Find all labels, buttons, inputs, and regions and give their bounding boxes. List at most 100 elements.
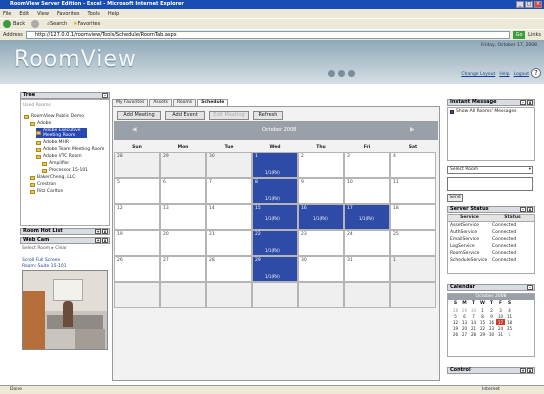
close-button[interactable]: × bbox=[534, 1, 542, 8]
tab-assets[interactable]: Assets bbox=[149, 99, 172, 106]
webcam-add-button[interactable]: + bbox=[95, 238, 101, 243]
add-meeting-button[interactable]: Add Meeting bbox=[117, 111, 161, 120]
view-icon[interactable] bbox=[348, 70, 355, 77]
search-button[interactable]: ⌕ Search bbox=[47, 21, 67, 27]
calendar-day-cell[interactable]: 14 bbox=[206, 204, 252, 230]
calendar-day-cell[interactable]: 20 bbox=[160, 230, 206, 256]
tab-my-favorites[interactable]: My Favorites bbox=[112, 99, 149, 106]
mini-day[interactable]: 1 bbox=[505, 331, 514, 337]
calendar-day-cell[interactable]: 18 bbox=[390, 204, 436, 230]
calendar-event[interactable]: 1/1(RV) bbox=[265, 216, 280, 221]
add-event-button[interactable]: Add Event bbox=[165, 111, 205, 120]
calendar-day-cell[interactable] bbox=[252, 282, 298, 308]
calendar-day-cell[interactable] bbox=[114, 282, 160, 308]
tree-item[interactable]: Adobe Executive Meeting Room bbox=[36, 128, 87, 138]
calendar-day-cell[interactable]: 5 bbox=[114, 178, 160, 204]
calendar-day-cell[interactable] bbox=[298, 282, 344, 308]
webcam-caption[interactable]: Scroll Full Screen bbox=[22, 258, 60, 263]
menu-tools[interactable]: Tools bbox=[88, 11, 100, 17]
tree-filter[interactable]: Used Rooms bbox=[23, 103, 51, 108]
edit-meeting-button[interactable]: Edit Meeting bbox=[209, 111, 249, 120]
calendar-day-cell[interactable]: 31 bbox=[344, 256, 390, 282]
calendar-day-cell[interactable] bbox=[344, 282, 390, 308]
address-input[interactable]: http://127.0.0.1/roomview/Tools/Schedule… bbox=[25, 31, 511, 39]
mini-day[interactable]: 28 bbox=[469, 331, 478, 337]
mini-day[interactable]: 27 bbox=[460, 331, 469, 337]
calendar-day-cell[interactable]: 1 1/1(RV) bbox=[252, 152, 298, 178]
tree-item[interactable]: Crestron bbox=[30, 182, 56, 187]
tree-item[interactable]: Adobe VTC Room bbox=[36, 154, 82, 159]
mini-day[interactable]: 30 bbox=[487, 331, 496, 337]
change-layout-link[interactable]: Change Layout bbox=[461, 72, 495, 77]
im-collapse-button[interactable]: - bbox=[520, 100, 526, 105]
forward-button[interactable] bbox=[31, 20, 41, 28]
calendar-day-cell[interactable]: 29 bbox=[160, 152, 206, 178]
calendar-day-cell[interactable]: 17 1/1(RV) bbox=[344, 204, 390, 230]
calendar-day-cell[interactable]: 29 1/1(RV) bbox=[252, 256, 298, 282]
calendar-day-cell[interactable]: 6 bbox=[160, 178, 206, 204]
calendar-day-cell[interactable]: 9 bbox=[298, 178, 344, 204]
tree-item[interactable]: Processor 15-101 bbox=[42, 168, 88, 173]
go-button[interactable]: Go bbox=[513, 31, 526, 39]
menu-view[interactable]: View bbox=[37, 11, 49, 17]
calendar-day-cell[interactable] bbox=[160, 282, 206, 308]
calendar-day-cell[interactable]: 19 bbox=[114, 230, 160, 256]
message-input[interactable] bbox=[447, 177, 533, 191]
calendar-day-cell[interactable] bbox=[206, 282, 252, 308]
calendar-day-cell[interactable]: 30 bbox=[206, 152, 252, 178]
calendar-day-cell[interactable]: 28 bbox=[114, 152, 160, 178]
menu-edit[interactable]: Edit bbox=[19, 11, 29, 17]
help-icon[interactable]: ? bbox=[531, 68, 541, 78]
ctrl-close-button[interactable]: x bbox=[527, 368, 533, 373]
calendar-day-cell[interactable]: 16 1/1(RV) bbox=[298, 204, 344, 230]
calendar-event[interactable]: 1/1(RV) bbox=[265, 248, 280, 253]
calendar-event[interactable]: 1/1(RV) bbox=[265, 170, 280, 175]
calendar-day-cell[interactable]: 30 bbox=[298, 256, 344, 282]
ss-collapse-button[interactable]: - bbox=[520, 207, 526, 212]
tree-item[interactable]: Ritz Carlton bbox=[30, 189, 63, 194]
hotlist-add-button[interactable]: + bbox=[95, 229, 101, 234]
calendar-day-cell[interactable]: 25 bbox=[390, 230, 436, 256]
refresh-button[interactable]: Refresh bbox=[253, 111, 283, 120]
maximize-button[interactable]: □ bbox=[525, 1, 533, 8]
ctrl-add-button[interactable]: + bbox=[520, 368, 526, 373]
prev-month-icon[interactable]: ◀ bbox=[132, 126, 137, 133]
calendar-event[interactable]: 1/1(RV) bbox=[265, 196, 280, 201]
mini-day[interactable]: 29 bbox=[478, 331, 487, 337]
calendar-day-cell[interactable]: 13 bbox=[160, 204, 206, 230]
tree-item[interactable]: Adobe MHR bbox=[36, 140, 69, 145]
back-button[interactable]: Back bbox=[3, 20, 25, 28]
tree-item[interactable]: Amplifier bbox=[42, 161, 69, 166]
webcam-close-button[interactable]: x bbox=[102, 238, 108, 243]
webcam-links[interactable]: Select Room ▸ Clear bbox=[22, 246, 67, 251]
calendar-day-cell[interactable]: 1 bbox=[390, 256, 436, 282]
calendar-day-cell[interactable]: 27 bbox=[160, 256, 206, 282]
status-icon[interactable] bbox=[328, 70, 335, 77]
im-close-button[interactable]: x bbox=[527, 100, 533, 105]
calendar-event[interactable]: 1/1(RV) bbox=[265, 274, 280, 279]
mini-day[interactable]: 26 bbox=[451, 331, 460, 337]
tab-schedule[interactable]: Schedule bbox=[197, 99, 229, 106]
tab-rooms[interactable]: Rooms bbox=[172, 99, 197, 106]
calendar-day-cell[interactable]: 15 1/1(RV) bbox=[252, 204, 298, 230]
calendar-day-cell[interactable] bbox=[390, 282, 436, 308]
calendar-day-cell[interactable]: 2 bbox=[298, 152, 344, 178]
calendar-day-cell[interactable]: 24 bbox=[344, 230, 390, 256]
calendar-day-cell[interactable]: 8 1/1(RV) bbox=[252, 178, 298, 204]
calendar-day-cell[interactable]: 26 bbox=[114, 256, 160, 282]
mini-day[interactable]: 31 bbox=[496, 331, 505, 337]
logout-link[interactable]: Logout bbox=[514, 72, 529, 77]
calendar-day-cell[interactable]: 3 bbox=[344, 152, 390, 178]
calendar-event[interactable]: 1/1(RV) bbox=[359, 216, 374, 221]
calendar-day-cell[interactable]: 10 bbox=[344, 178, 390, 204]
show-all-checkbox[interactable] bbox=[450, 109, 454, 114]
collapse-button[interactable]: - bbox=[102, 93, 108, 98]
send-button[interactable]: Send bbox=[447, 194, 463, 202]
ss-close-button[interactable]: x bbox=[527, 207, 533, 212]
favorites-button[interactable]: ★ Favorites bbox=[73, 21, 100, 27]
menu-favorites[interactable]: Favorites bbox=[57, 11, 80, 17]
links-label[interactable]: Links bbox=[528, 32, 541, 38]
calendar-event[interactable]: 1/1(RV) bbox=[313, 216, 328, 221]
menu-help[interactable]: Help bbox=[108, 11, 119, 17]
calendar-day-cell[interactable]: 21 bbox=[206, 230, 252, 256]
